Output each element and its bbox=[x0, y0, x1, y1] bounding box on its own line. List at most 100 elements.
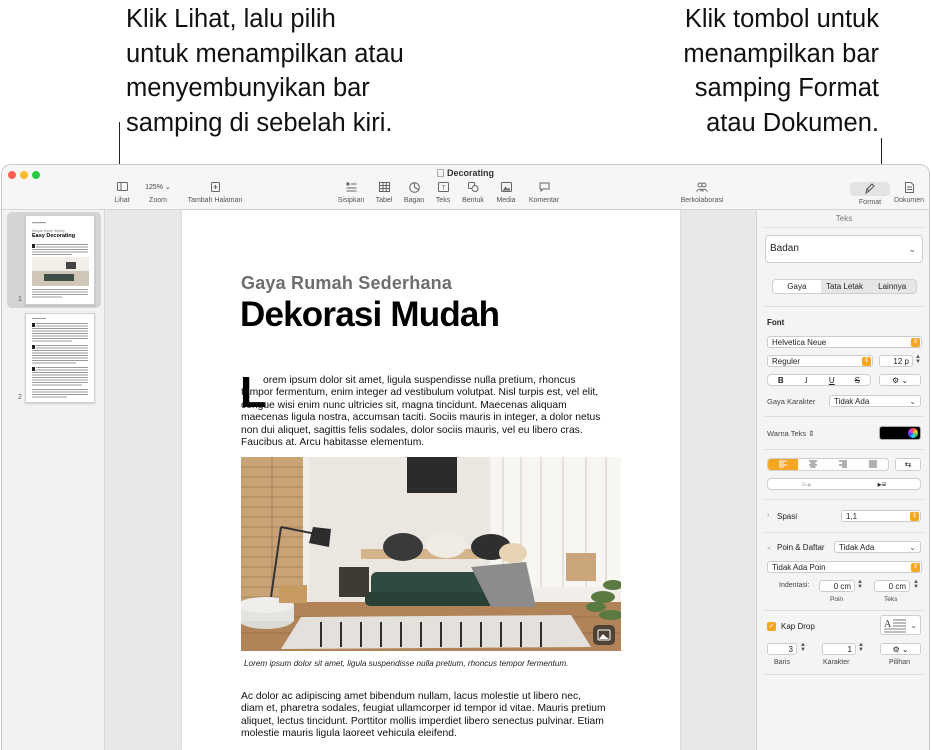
image-caption[interactable]: Lorem ipsum dolor sit amet, ligula suspe… bbox=[244, 659, 568, 668]
add-page-button[interactable]: Tambah Halaman bbox=[185, 182, 245, 204]
font-size-field[interactable]: 12 p bbox=[879, 355, 913, 367]
page-thumbnails-sidebar[interactable]: Simple Home Styling Easy Decorating 1 2 bbox=[2, 210, 105, 750]
add-page-label: Tambah Halaman bbox=[187, 197, 243, 204]
bullets-popup[interactable]: Tidak Ada ⌄ bbox=[834, 541, 921, 553]
format-button[interactable] bbox=[850, 182, 890, 196]
color-wheel-icon[interactable] bbox=[908, 428, 918, 438]
bullet-indent-stepper[interactable]: ▲ ▼ bbox=[857, 579, 863, 590]
text-indent-stepper[interactable]: ▲ ▼ bbox=[913, 579, 919, 590]
page-number-1: 1 bbox=[18, 296, 22, 303]
font-size-value: 12 p bbox=[893, 357, 909, 366]
font-style-popup[interactable]: Reguler ⇕ bbox=[767, 355, 873, 367]
justify-button[interactable] bbox=[858, 459, 888, 470]
font-size-stepper[interactable]: ▲ ▼ bbox=[915, 354, 921, 365]
page-title[interactable]: Dekorasi Mudah bbox=[240, 295, 500, 335]
media-button[interactable]: Media bbox=[493, 182, 519, 204]
text-options-button[interactable]: ⚙︎ ⌄ bbox=[879, 374, 921, 386]
callout-line: menyembunyikan bar bbox=[126, 74, 370, 102]
page-thumbnail-1[interactable]: Simple Home Styling Easy Decorating bbox=[25, 215, 95, 305]
bullet-indent-field[interactable]: 0 cm bbox=[819, 580, 855, 592]
view-button[interactable]: Lihat bbox=[110, 182, 134, 204]
shape-button[interactable]: Bentuk bbox=[459, 182, 487, 204]
tab-layout[interactable]: Tata Letak bbox=[821, 280, 869, 293]
divider bbox=[765, 449, 923, 450]
divider bbox=[765, 306, 923, 307]
decrease-indent-button[interactable]: ≡◂ bbox=[768, 479, 844, 489]
text-color-label: Warna Teks ⇕ bbox=[767, 429, 815, 438]
text-indent-field[interactable]: 0 cm bbox=[874, 580, 910, 592]
callout-line: Klik Lihat, lalu pilih bbox=[126, 5, 336, 33]
gear-icon: ⚙︎ ⌄ bbox=[892, 645, 909, 654]
svg-text:T: T bbox=[441, 186, 445, 192]
page-number-2: 2 bbox=[18, 394, 22, 401]
text-direction-button[interactable]: ⇆ bbox=[895, 458, 921, 471]
body-paragraph-1[interactable]: orem ipsum dolor sit amet, ligula suspen… bbox=[241, 375, 601, 449]
format-label-wrap: Format bbox=[850, 199, 890, 206]
dropcap-chars-field[interactable]: 1 bbox=[822, 643, 856, 655]
collaborate-button[interactable]: Berkolaborasi bbox=[674, 182, 730, 204]
tab-style[interactable]: Gaya bbox=[773, 280, 821, 293]
italic-button[interactable]: I bbox=[794, 375, 820, 385]
dropcap-checkbox[interactable]: ✓ bbox=[767, 622, 776, 631]
document-page[interactable]: Gaya Rumah Sederhana Dekorasi Mudah L or… bbox=[182, 210, 680, 750]
comment-button[interactable]: Komentar bbox=[525, 182, 563, 204]
align-center-button[interactable] bbox=[798, 459, 828, 470]
bullet-type-popup[interactable]: Tidak Ada Poin ⇕ bbox=[767, 561, 922, 573]
dropcap-lines-field[interactable]: 3 bbox=[767, 643, 797, 655]
zoom-value-text: 125% bbox=[145, 184, 164, 191]
underline-button[interactable]: U bbox=[819, 375, 845, 385]
text-button[interactable]: T Teks bbox=[432, 182, 454, 204]
living-room-photo[interactable] bbox=[241, 457, 621, 651]
divider bbox=[765, 499, 923, 500]
paragraph-style-value: Badan bbox=[770, 243, 799, 254]
document-canvas[interactable]: Gaya Rumah Sederhana Dekorasi Mudah L or… bbox=[106, 210, 756, 750]
page-subtitle[interactable]: Gaya Rumah Sederhana bbox=[241, 273, 452, 294]
zoom-control[interactable]: 125% ⌄ Zoom bbox=[139, 182, 177, 204]
zoom-label: Zoom bbox=[149, 197, 167, 204]
document-icon bbox=[890, 182, 928, 194]
document-button[interactable]: Dokumen bbox=[890, 182, 928, 204]
paragraph-style-popup[interactable]: Badan ⌄ bbox=[765, 235, 923, 263]
callout-line: menampilkan bar bbox=[683, 39, 879, 68]
spacing-popup[interactable]: 1,1 ⇕ bbox=[841, 510, 921, 522]
zoom-value: 125% ⌄ bbox=[139, 182, 177, 194]
callout-line: atau Dokumen. bbox=[706, 108, 879, 137]
spacing-value: 1,1 bbox=[846, 512, 858, 521]
insert-label: Sisipkan bbox=[337, 197, 365, 204]
char-style-popup[interactable]: Tidak Ada ⌄ bbox=[829, 395, 921, 407]
font-section-label: Font bbox=[767, 318, 785, 327]
callout-line: samping di sebelah kiri. bbox=[126, 108, 393, 137]
inspector-tabs: Gaya Tata Letak Lainnya bbox=[772, 279, 917, 294]
svg-text:A: A bbox=[884, 619, 892, 630]
page-thumbnail-2[interactable] bbox=[25, 313, 95, 403]
dropcap-lines-label: Baris bbox=[774, 659, 790, 666]
strikethrough-button[interactable]: S bbox=[845, 375, 871, 385]
disclosure-icon[interactable]: › bbox=[767, 512, 769, 519]
dropcap-lines-stepper[interactable]: ▲ ▼ bbox=[800, 642, 806, 653]
dropcap-style-popup[interactable]: A ⌄ bbox=[880, 615, 921, 635]
thumb-content bbox=[32, 222, 89, 298]
chevron-down-icon: ⌄ bbox=[909, 543, 916, 552]
align-right-button[interactable] bbox=[828, 459, 858, 470]
divider bbox=[765, 674, 923, 675]
chevron-down-icon: ⌄ bbox=[909, 397, 916, 406]
dropcap-lines-value: 3 bbox=[788, 645, 793, 654]
text-color-label-text: Warna Teks bbox=[767, 429, 807, 438]
chart-icon bbox=[401, 182, 427, 194]
align-left-button[interactable] bbox=[768, 459, 798, 470]
insert-button[interactable]: Sisipkan bbox=[336, 182, 366, 204]
disclosure-open-icon[interactable]: ⌄ bbox=[766, 543, 772, 551]
body-paragraph-2[interactable]: Ac dolor ac adipiscing amet bibendum nul… bbox=[241, 691, 606, 741]
table-button[interactable]: Tabel bbox=[372, 182, 396, 204]
increase-indent-button[interactable]: ▸≡ bbox=[844, 479, 920, 489]
font-family-popup[interactable]: Helvetica Neue ⇕ bbox=[767, 336, 922, 348]
media-icon bbox=[493, 182, 519, 194]
tab-more[interactable]: Lainnya bbox=[868, 280, 916, 293]
bold-button[interactable]: B bbox=[768, 375, 794, 385]
add-page-icon bbox=[185, 182, 245, 194]
dropcap-options-button[interactable]: ⚙︎ ⌄ bbox=[880, 643, 921, 655]
chart-button[interactable]: Bagan bbox=[401, 182, 427, 204]
dropcap-chars-stepper[interactable]: ▲ ▼ bbox=[858, 642, 864, 653]
document-title: Decorating bbox=[2, 168, 929, 178]
document-label: Dokumen bbox=[894, 197, 924, 204]
